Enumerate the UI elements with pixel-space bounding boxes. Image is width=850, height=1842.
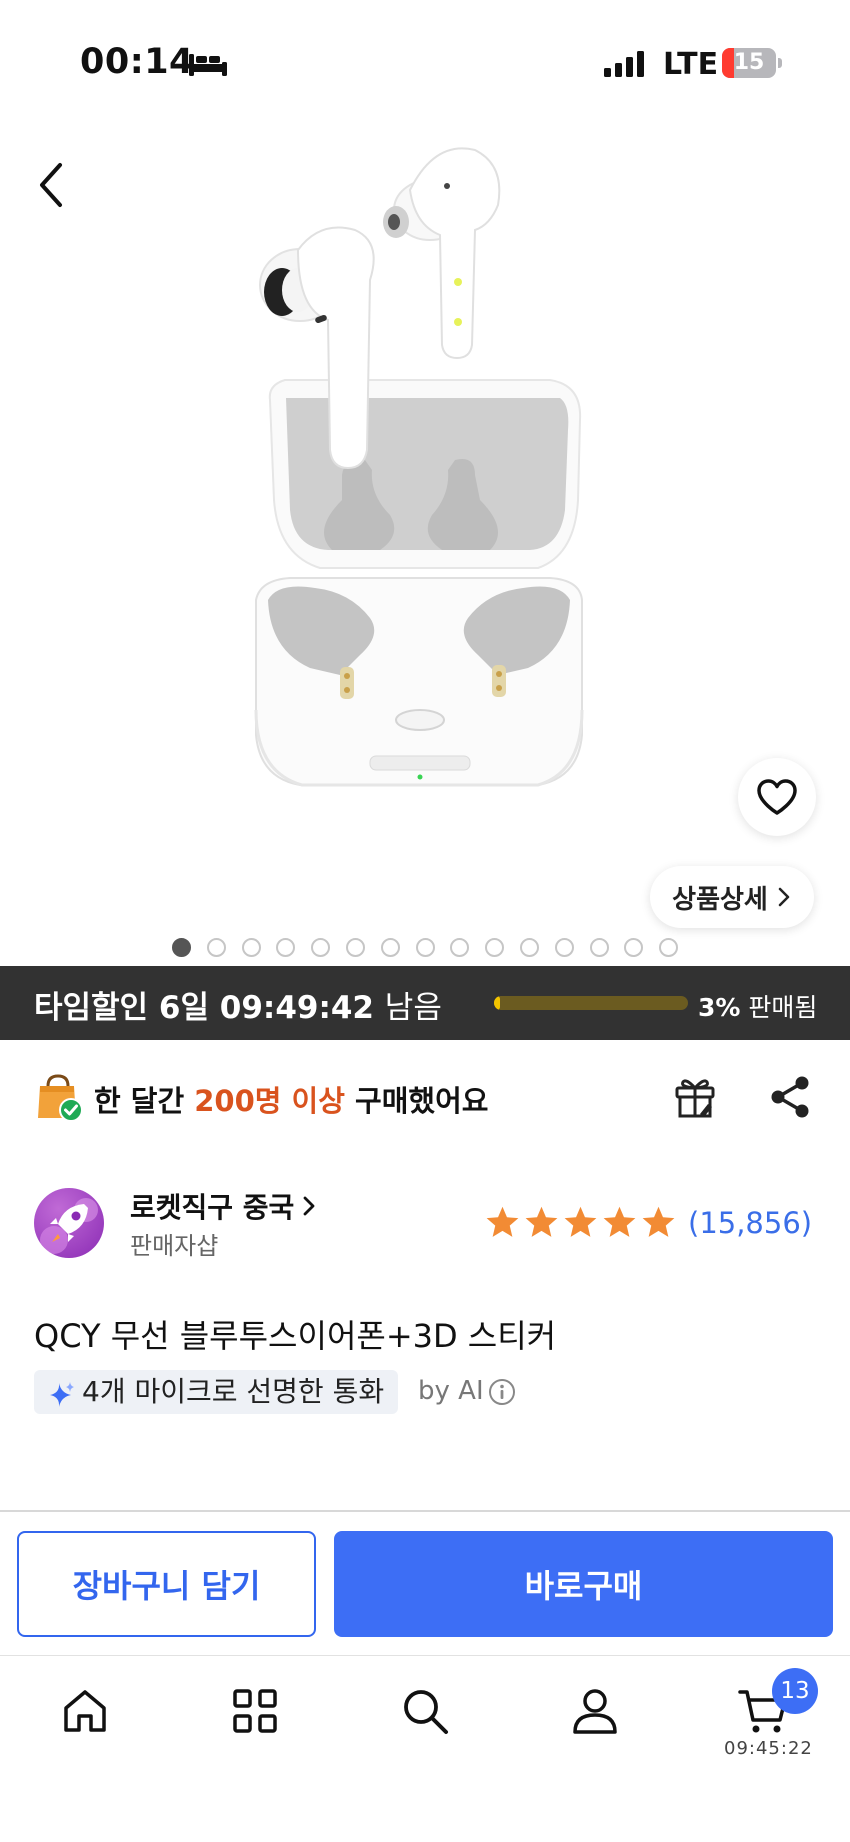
product-image[interactable] [220,130,640,930]
gallery-dot[interactable] [241,938,261,957]
star-icon [525,1206,558,1237]
star-icon [564,1206,597,1237]
gallery-dot[interactable] [276,938,296,957]
network-type: LTE [663,47,719,82]
gallery-dot[interactable] [345,938,365,957]
seller-name-link[interactable]: 로켓직구 중국 [130,1186,316,1226]
rating-stars[interactable] [484,1204,677,1241]
shopping-bag-check-icon [38,1074,83,1122]
seller-logo[interactable] [34,1188,104,1258]
gallery-dot[interactable] [554,938,574,957]
battery-icon: 15 [722,48,782,78]
wishlist-button[interactable] [738,758,816,836]
nav-divider [0,1655,850,1656]
gallery-dot[interactable] [450,938,470,957]
purchase-count-text: 한 달간 200명 이상 구매했어요 [94,1084,489,1118]
buy-now-button[interactable]: 바로구매 [334,1531,833,1637]
gallery-dot[interactable] [485,938,505,957]
cart-badge: 13 [772,1668,818,1714]
heart-icon [757,779,797,815]
battery-level: 15 [733,50,765,75]
gallery-dot[interactable] [206,938,226,957]
status-time: 00:14 [80,42,194,82]
ai-feature-chip: 4개 마이크로 선명한 통화 [34,1370,399,1414]
chevron-right-icon [303,1196,315,1216]
categories-icon[interactable] [230,1686,280,1736]
signal-icon [604,51,644,77]
gallery-dot[interactable] [380,938,400,957]
time-sale-label: 타임할인 6일 09:49:42 남음 [34,990,442,1026]
rocket-icon [40,1198,98,1254]
star-icon [642,1206,675,1237]
time-sale-progress [494,996,688,1010]
seller-name: 로켓직구 중국 [130,1191,295,1224]
gallery-dot[interactable] [519,938,539,957]
product-detail-label: 상품상세 [672,884,768,915]
home-icon[interactable] [60,1686,110,1736]
time-sale-bar: 타임할인 6일 09:49:42 남음 3% 판매됨 [0,966,850,1040]
review-count[interactable]: (15,856) [688,1206,812,1240]
star-icon [603,1206,636,1237]
add-to-cart-button[interactable]: 장바구니 담기 [17,1531,316,1637]
back-icon[interactable] [28,155,72,215]
info-icon[interactable] [488,1378,516,1406]
gift-icon[interactable] [672,1074,718,1120]
gallery-dot[interactable] [659,938,679,957]
action-bar-divider [0,1510,850,1512]
by-ai-label: by AI [418,1376,484,1406]
gallery-dot[interactable] [415,938,435,957]
gallery-dot[interactable] [311,938,331,957]
sparkle-icon [50,1382,74,1407]
time-sale-sold: 3% 판매됨 [698,993,818,1022]
status-bar: 00:14 LTE 15 [0,0,850,125]
chevron-right-icon [778,887,790,907]
nav-clock: 09:45:22 [724,1738,813,1759]
gallery-dot[interactable] [624,938,644,957]
ai-feature-text: 4개 마이크로 선명한 통화 [82,1375,385,1408]
product-detail-button[interactable]: 상품상세 [650,866,814,928]
product-title: QCY 무선 블루투스이어폰+3D 스티커 [34,1317,557,1355]
gallery-dot[interactable] [172,938,191,957]
gallery-pagination[interactable] [172,938,679,958]
seller-type: 판매자샵 [130,1232,219,1260]
share-icon[interactable] [768,1074,812,1120]
star-icon [486,1206,519,1237]
profile-icon[interactable] [570,1686,620,1736]
search-icon[interactable] [400,1686,450,1736]
bed-icon [189,54,227,76]
gallery-dot[interactable] [589,938,609,957]
